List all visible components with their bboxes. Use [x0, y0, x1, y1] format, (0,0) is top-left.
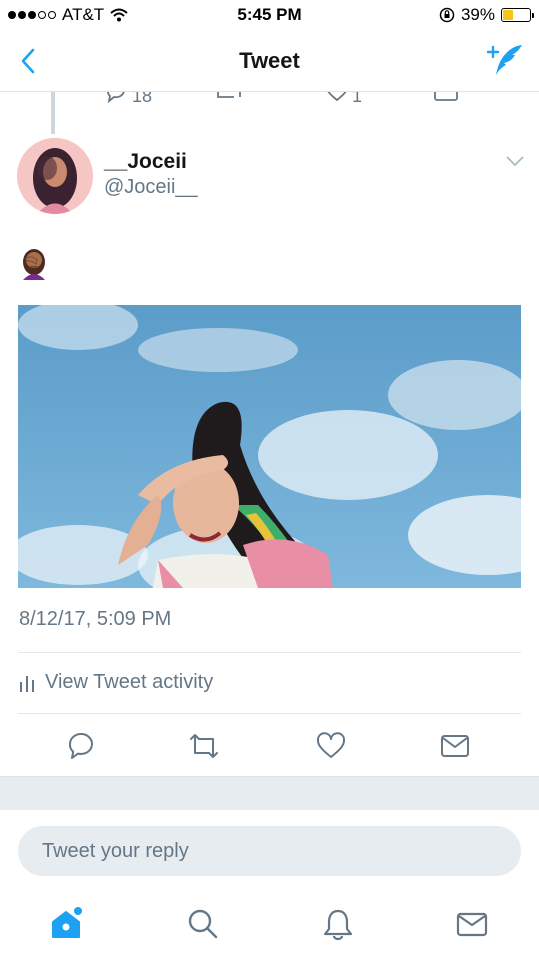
- retweet-icon[interactable]: [216, 92, 242, 104]
- tweet-timestamp: 8/12/17, 5:09 PM: [19, 608, 172, 630]
- status-right: 39%: [439, 5, 534, 25]
- reply-placeholder: Tweet your reply: [42, 839, 189, 862]
- author-handle[interactable]: @Joceii__: [104, 176, 198, 199]
- tweet-actions: [0, 725, 539, 765]
- author-name[interactable]: __Joceii: [104, 150, 187, 174]
- previous-reply-count: 18: [132, 92, 153, 106]
- section-separator: [0, 776, 539, 810]
- messages-envelope-icon[interactable]: [455, 907, 489, 941]
- battery-percent: 39%: [460, 5, 495, 24]
- battery-level: [503, 10, 514, 20]
- previous-tweet-actions: 18 1: [0, 92, 539, 108]
- notifications-bell-icon[interactable]: [321, 907, 355, 941]
- orientation-lock-icon: [439, 7, 455, 23]
- author-avatar[interactable]: [17, 138, 93, 214]
- divider: [18, 652, 521, 653]
- envelope-icon[interactable]: [433, 92, 459, 104]
- reply-bubble-icon[interactable]: [104, 92, 128, 104]
- chevron-down-icon[interactable]: [505, 154, 525, 168]
- search-icon[interactable]: [186, 907, 220, 941]
- reply-icon[interactable]: [66, 731, 96, 761]
- like-heart-icon[interactable]: [316, 731, 346, 761]
- activity-chart-icon: [20, 675, 34, 692]
- page-title: Tweet: [239, 48, 300, 73]
- battery-icon: [501, 8, 534, 22]
- view-tweet-activity-link[interactable]: View Tweet activity: [19, 671, 213, 694]
- status-bar: AT&T 5:45 PM 39%: [0, 0, 539, 32]
- view-tweet-activity-label: View Tweet activity: [45, 671, 214, 693]
- nav-bar: Tweet: [0, 32, 539, 92]
- previous-like-count: 1: [352, 92, 363, 106]
- facepalm-emoji: [23, 249, 45, 280]
- retweet-icon[interactable]: [189, 731, 219, 761]
- tweet-media-image[interactable]: [18, 305, 521, 588]
- direct-message-envelope-icon[interactable]: [440, 731, 470, 761]
- tweet-reply-input[interactable]: Tweet your reply: [18, 826, 521, 876]
- divider: [18, 713, 521, 714]
- heart-icon[interactable]: [324, 92, 350, 104]
- compose-tweet-icon[interactable]: [485, 42, 525, 78]
- home-icon[interactable]: [49, 907, 83, 941]
- bottom-tab-bar: [0, 895, 539, 960]
